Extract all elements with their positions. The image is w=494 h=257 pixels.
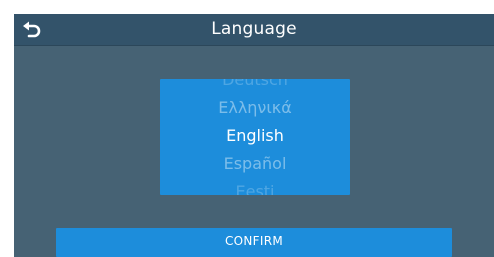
confirm-button[interactable]: CONFIRM [56, 228, 452, 257]
language-option-deutsch[interactable]: Deutsch [160, 79, 350, 90]
language-picker[interactable]: Deutsch Ελληνικά English Español Eesti [160, 79, 350, 195]
header-bar: Language [14, 14, 494, 46]
language-option-espanol[interactable]: Español [160, 154, 350, 174]
language-option-english-selected[interactable]: English [160, 126, 350, 146]
language-option-greek[interactable]: Ελληνικά [160, 98, 350, 118]
language-screen: Language Deutsch Ελληνικά English Españo… [14, 14, 494, 257]
page-title: Language [211, 19, 297, 39]
language-option-eesti[interactable]: Eesti [160, 182, 350, 195]
